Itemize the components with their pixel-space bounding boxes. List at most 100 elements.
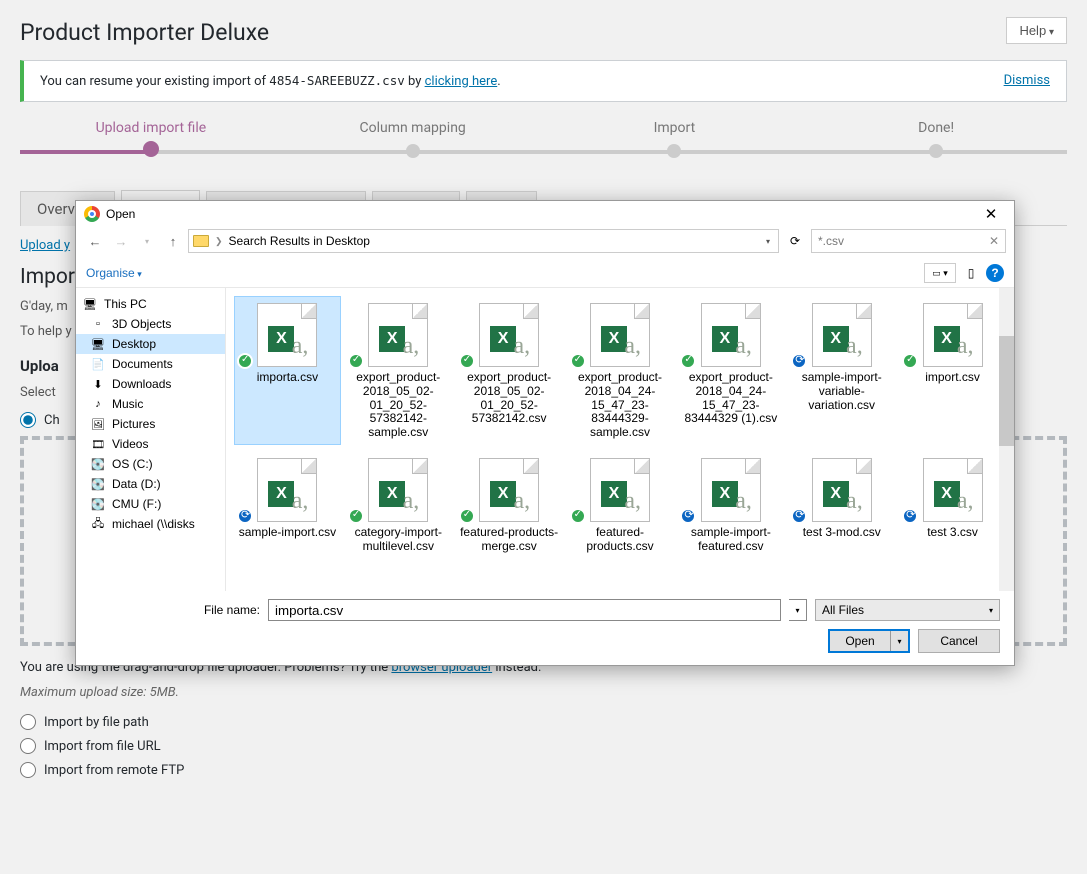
file-name: export_product-2018_04_24-15_47_23-83444… — [570, 371, 671, 440]
folder-icon: 🖼 — [90, 417, 106, 431]
file-item[interactable]: Xa,importa.csv — [234, 296, 341, 445]
sidebar-item[interactable]: ▫3D Objects — [76, 314, 225, 334]
page-title: Product Importer Deluxe — [20, 10, 269, 50]
sidebar-item[interactable]: 📄Documents — [76, 354, 225, 374]
breadcrumb[interactable]: ❯ Search Results in Desktop ▾ — [188, 229, 779, 253]
choose-file-radio[interactable] — [20, 412, 36, 428]
file-name: test 3-mod.csv — [791, 526, 892, 540]
excel-icon: X — [490, 326, 516, 352]
excel-icon: X — [712, 326, 738, 352]
folder-icon: 💽 — [90, 457, 106, 471]
sync-icon — [680, 508, 696, 524]
step-mapping: Column mapping — [282, 120, 544, 148]
close-icon[interactable]: ✕ — [976, 205, 1006, 223]
sidebar-item[interactable]: ♪Music — [76, 394, 225, 414]
filename-history-dropdown[interactable]: ▾ — [789, 599, 807, 621]
check-icon — [348, 508, 364, 524]
sync-icon — [791, 508, 807, 524]
file-name: category-import-multilevel.csv — [348, 526, 449, 554]
file-grid[interactable]: Xa,importa.csvXa,export_product-2018_05_… — [226, 288, 1014, 591]
sidebar-item[interactable]: 🖥Desktop — [76, 334, 225, 354]
file-item[interactable]: Xa,export_product-2018_04_24-15_47_23-83… — [677, 296, 784, 445]
excel-icon: X — [379, 481, 405, 507]
resume-notice: You can resume your existing import of 4… — [20, 60, 1067, 102]
folder-icon: 💽 — [90, 497, 106, 511]
breadcrumb-dropdown[interactable]: ▾ — [762, 237, 774, 246]
sidebar-item[interactable]: ⬇Downloads — [76, 374, 225, 394]
opt-ftp[interactable] — [20, 762, 36, 778]
dismiss-link[interactable]: Dismiss — [1004, 73, 1050, 89]
sync-icon — [791, 353, 807, 369]
folder-icon: 🖥 — [90, 337, 106, 351]
notice-text: You can resume your existing import of — [40, 74, 269, 89]
view-mode-dropdown[interactable]: ▭ ▾ — [924, 263, 956, 283]
filename-input[interactable] — [268, 599, 781, 621]
recent-dropdown[interactable]: ▾ — [136, 230, 158, 252]
chevron-right-icon: ❯ — [215, 236, 223, 247]
check-icon — [348, 353, 364, 369]
file-name: export_product-2018_05_02-01_20_52-57382… — [459, 371, 560, 426]
sidebar-item[interactable]: 🖥This PC — [76, 294, 225, 314]
file-name: sample-import-featured.csv — [680, 526, 781, 554]
sidebar-item[interactable]: 💽OS (C:) — [76, 454, 225, 474]
search-input[interactable]: *.csv ✕ — [811, 229, 1006, 253]
file-item[interactable]: Xa,test 3-mod.csv — [788, 451, 895, 559]
sidebar-item[interactable]: 💽Data (D:) — [76, 474, 225, 494]
sidebar-item[interactable]: 💽CMU (F:) — [76, 494, 225, 514]
sidebar-item[interactable]: 🖧michael (\\disks — [76, 514, 225, 534]
file-name: sample-import.csv — [237, 526, 338, 540]
opt-fileurl[interactable] — [20, 738, 36, 754]
clear-search-icon[interactable]: ✕ — [989, 234, 999, 248]
filetype-filter[interactable]: All Files — [815, 599, 1000, 621]
folder-tree[interactable]: 🖥This PC▫3D Objects🖥Desktop📄Documents⬇Do… — [76, 288, 226, 591]
file-item[interactable]: Xa,export_product-2018_05_02-01_20_52-57… — [345, 296, 452, 445]
folder-icon: ♪ — [90, 397, 106, 411]
up-button[interactable]: ↑ — [162, 230, 184, 252]
preview-pane-button[interactable]: ▯ — [960, 263, 982, 283]
open-button[interactable]: Open▾ — [828, 629, 910, 653]
file-open-dialog: Open ✕ ← → ▾ ↑ ❯ Search Results in Deskt… — [75, 200, 1015, 666]
file-name: test 3.csv — [902, 526, 1003, 540]
organise-menu[interactable]: Organise — [86, 266, 142, 280]
folder-icon: 🖧 — [90, 517, 106, 531]
excel-icon: X — [823, 326, 849, 352]
folder-icon: 🖥 — [82, 297, 98, 311]
sidebar-item[interactable]: 🎞Videos — [76, 434, 225, 454]
file-item[interactable]: Xa,featured-products.csv — [567, 451, 674, 559]
resume-link[interactable]: clicking here — [425, 74, 498, 89]
breadcrumb-text: Search Results in Desktop — [229, 234, 370, 248]
folder-icon: ▫ — [90, 317, 106, 331]
stepper: Upload import file Column mapping Import… — [20, 120, 1067, 148]
folder-icon — [193, 235, 209, 247]
upload-sublink[interactable]: Upload y — [20, 238, 70, 253]
file-name: featured-products.csv — [570, 526, 671, 554]
help-button[interactable]: Help — [1006, 17, 1067, 44]
excel-icon: X — [268, 481, 294, 507]
file-item[interactable]: Xa,featured-products-merge.csv — [456, 451, 563, 559]
file-item[interactable]: Xa,test 3.csv — [899, 451, 1006, 559]
file-item[interactable]: Xa,sample-import.csv — [234, 451, 341, 559]
sync-icon — [902, 508, 918, 524]
excel-icon: X — [379, 326, 405, 352]
file-item[interactable]: Xa,export_product-2018_05_02-01_20_52-57… — [456, 296, 563, 445]
refresh-button[interactable]: ⟳ — [783, 229, 807, 253]
excel-icon: X — [823, 481, 849, 507]
open-dropdown[interactable]: ▾ — [890, 631, 908, 651]
excel-icon: X — [490, 481, 516, 507]
cancel-button[interactable]: Cancel — [918, 629, 1000, 653]
file-item[interactable]: Xa,import.csv — [899, 296, 1006, 445]
file-item[interactable]: Xa,category-import-multilevel.csv — [345, 451, 452, 559]
check-icon — [570, 353, 586, 369]
back-button[interactable]: ← — [84, 230, 106, 252]
help-icon[interactable]: ? — [986, 264, 1004, 282]
notice-filename: 4854-SAREEBUZZ.csv — [269, 73, 404, 88]
file-item[interactable]: Xa,sample-import-featured.csv — [677, 451, 784, 559]
sidebar-item[interactable]: 🖼Pictures — [76, 414, 225, 434]
file-name: export_product-2018_04_24-15_47_23-83444… — [680, 371, 781, 426]
sync-icon — [237, 508, 253, 524]
opt-filepath[interactable] — [20, 714, 36, 730]
file-item[interactable]: Xa,sample-import-variable-variation.csv — [788, 296, 895, 445]
file-item[interactable]: Xa,export_product-2018_04_24-15_47_23-83… — [567, 296, 674, 445]
forward-button[interactable]: → — [110, 230, 132, 252]
chrome-icon — [84, 206, 100, 222]
